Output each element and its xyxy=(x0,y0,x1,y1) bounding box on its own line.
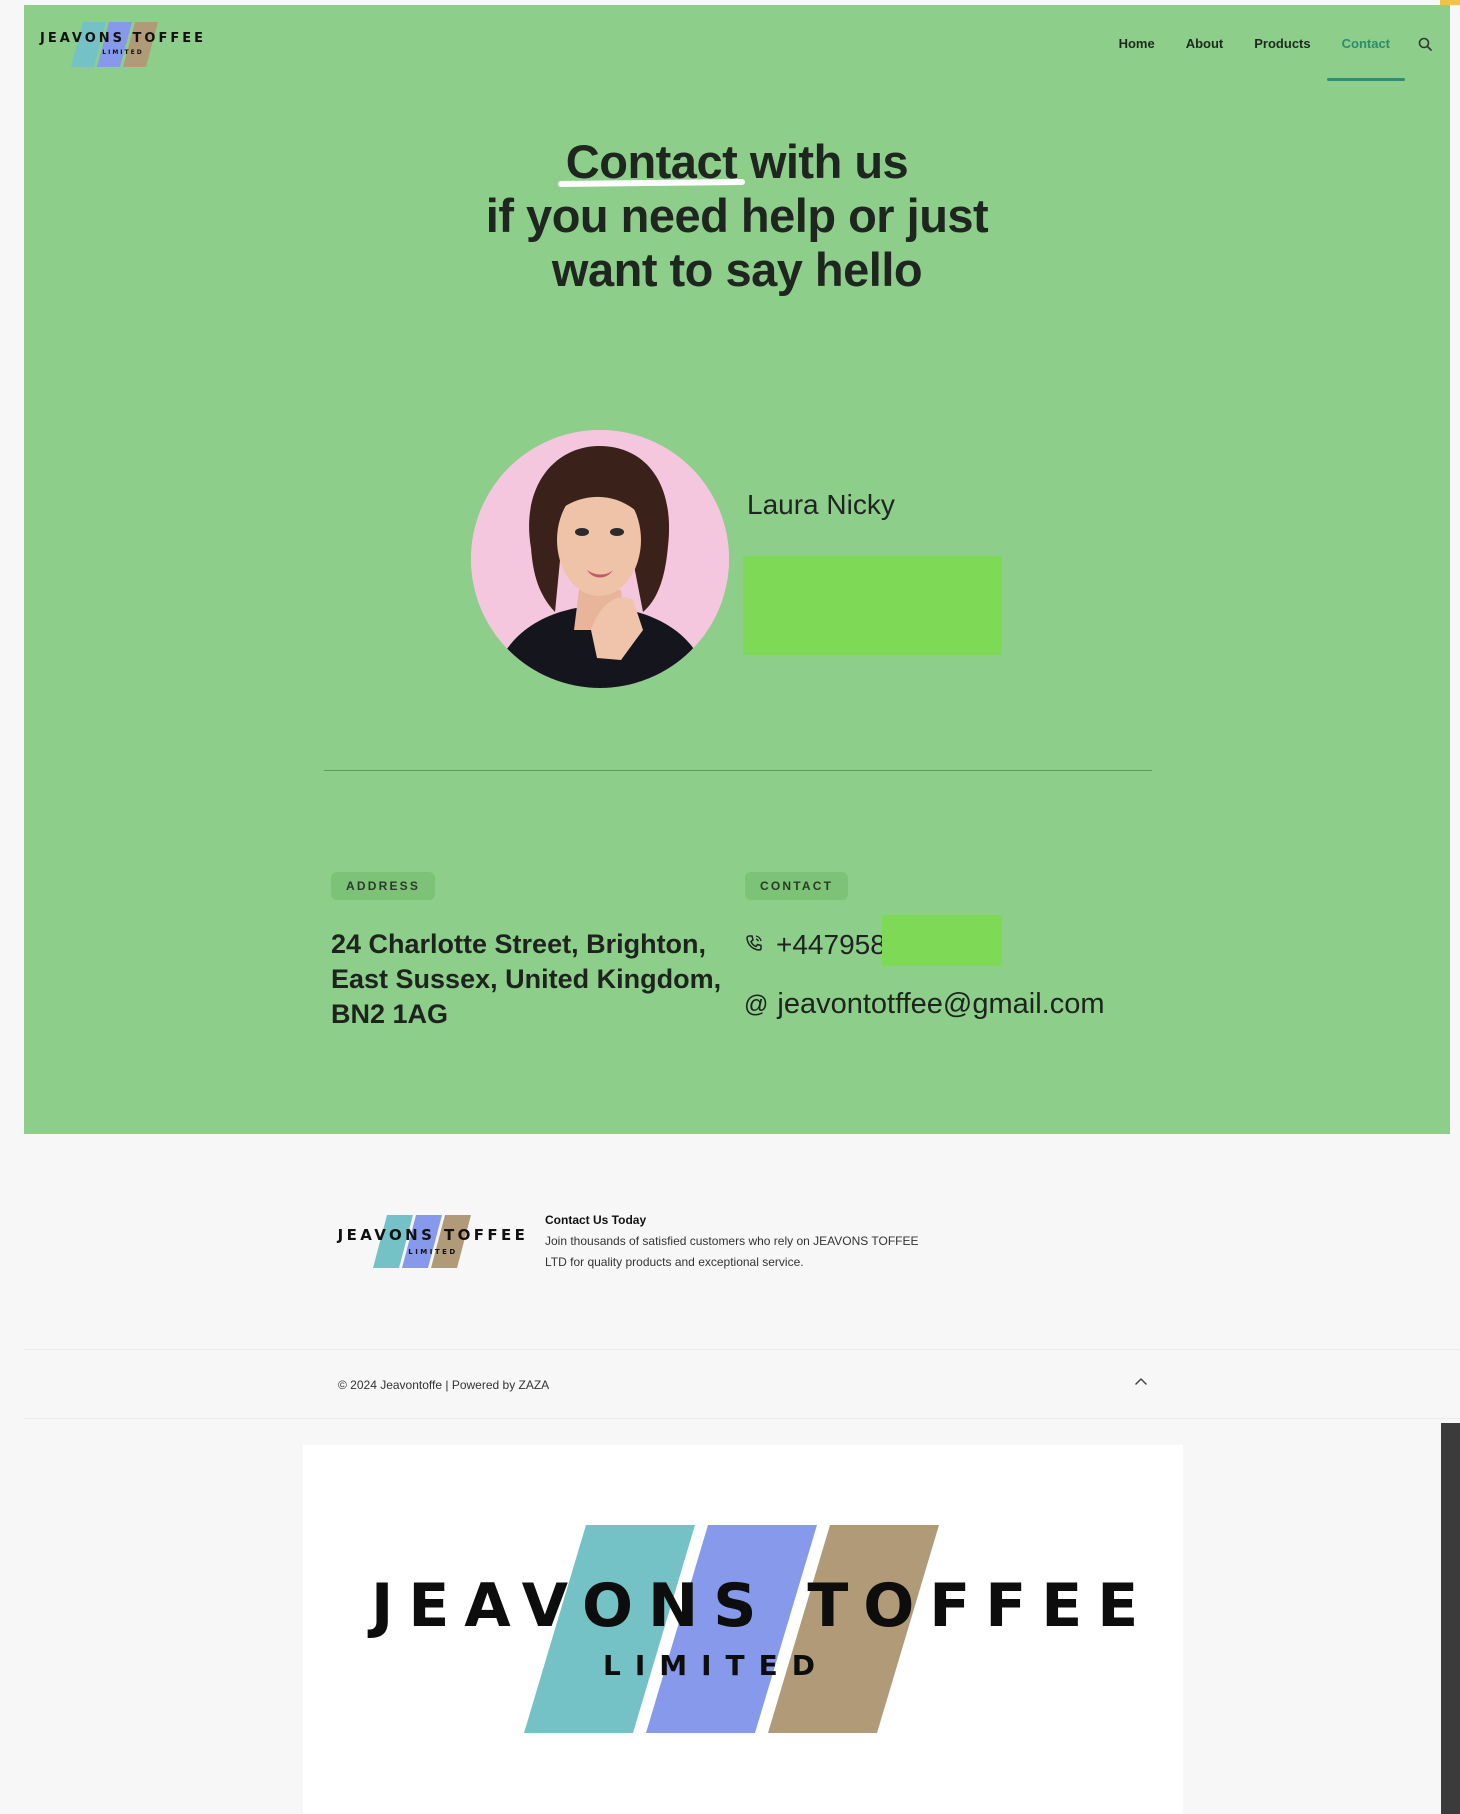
nav-home[interactable]: Home xyxy=(1119,29,1155,59)
footer-logo-sub: LIMITED xyxy=(408,1248,458,1256)
footer-logo[interactable]: JEAVONS TOFFEE LIMITED xyxy=(336,1210,530,1272)
page-headline: Contact with us if you need help or just… xyxy=(24,135,1450,297)
phone-icon xyxy=(744,933,764,958)
large-logo-sub: LIMITED xyxy=(602,1649,829,1682)
headline-line3: want to say hello xyxy=(551,243,923,296)
footer-divider-bottom xyxy=(24,1418,1460,1419)
footer-description: Join thousands of satisfied customers wh… xyxy=(545,1234,919,1269)
headline-word-contact: Contact xyxy=(565,135,738,188)
hero-section: JEAVONS TOFFEE LIMITED Home About Produc… xyxy=(24,5,1450,1134)
logo-sub: LIMITED xyxy=(102,49,144,56)
email-row[interactable]: @ jeavontotffee@gmail.com xyxy=(744,988,1105,1021)
copyright-text: © 2024 Jeavontoffe | Powered by ZAZA xyxy=(338,1378,550,1392)
search-icon[interactable] xyxy=(1418,29,1440,59)
header-logo[interactable]: JEAVONS TOFFEE LIMITED xyxy=(38,17,208,71)
nav-products[interactable]: Products xyxy=(1254,29,1310,59)
section-divider xyxy=(324,770,1152,771)
address-tag: ADDRESS xyxy=(331,872,436,900)
redacted-block xyxy=(743,556,1002,655)
footer-divider xyxy=(24,1349,1460,1350)
footer-title: Contact Us Today xyxy=(545,1213,647,1227)
large-logo: JEAVONS TOFFEE LIMITED xyxy=(371,1525,1154,1735)
scrollbar[interactable] xyxy=(1441,1423,1460,1814)
footer-info: Contact Us Today Join thousands of satis… xyxy=(545,1213,925,1273)
logo-name: JEAVONS TOFFEE xyxy=(40,31,206,46)
headline-line1-rest: with us xyxy=(749,135,909,188)
headline-highlight: Contact xyxy=(557,135,746,189)
phone-row[interactable]: +447958 xyxy=(744,929,886,961)
person-name: Laura Nicky xyxy=(747,489,895,520)
nav-about[interactable]: About xyxy=(1186,29,1224,59)
contact-tag: CONTACT xyxy=(745,872,849,900)
address-text: 24 Charlotte Street, Brighton, East Suss… xyxy=(331,929,722,1029)
avatar-illustration xyxy=(471,430,729,688)
email-address: jeavontotffee@gmail.com xyxy=(777,988,1105,1020)
contact-person xyxy=(471,430,729,688)
avatar xyxy=(471,430,729,688)
chevron-up-icon[interactable] xyxy=(1132,1372,1150,1390)
nav-contact[interactable]: Contact xyxy=(1326,29,1406,81)
large-logo-name: JEAVONS TOFFEE xyxy=(371,1571,1154,1641)
site-header: JEAVONS TOFFEE LIMITED Home About Produc… xyxy=(24,5,1450,85)
footer-logo-wrap: JEAVONS TOFFEE LIMITED xyxy=(336,1210,530,1272)
phone-redaction xyxy=(882,915,1002,966)
main-nav: Home About Products Contact xyxy=(1088,29,1440,81)
email-icon: @ xyxy=(744,990,769,1018)
brand-banner: JEAVONS TOFFEE LIMITED xyxy=(303,1445,1183,1814)
headline-line2: if you need help or just xyxy=(485,189,989,242)
phone-number: +447958 xyxy=(776,929,886,960)
footer-logo-name: JEAVONS TOFFEE xyxy=(337,1226,529,1244)
